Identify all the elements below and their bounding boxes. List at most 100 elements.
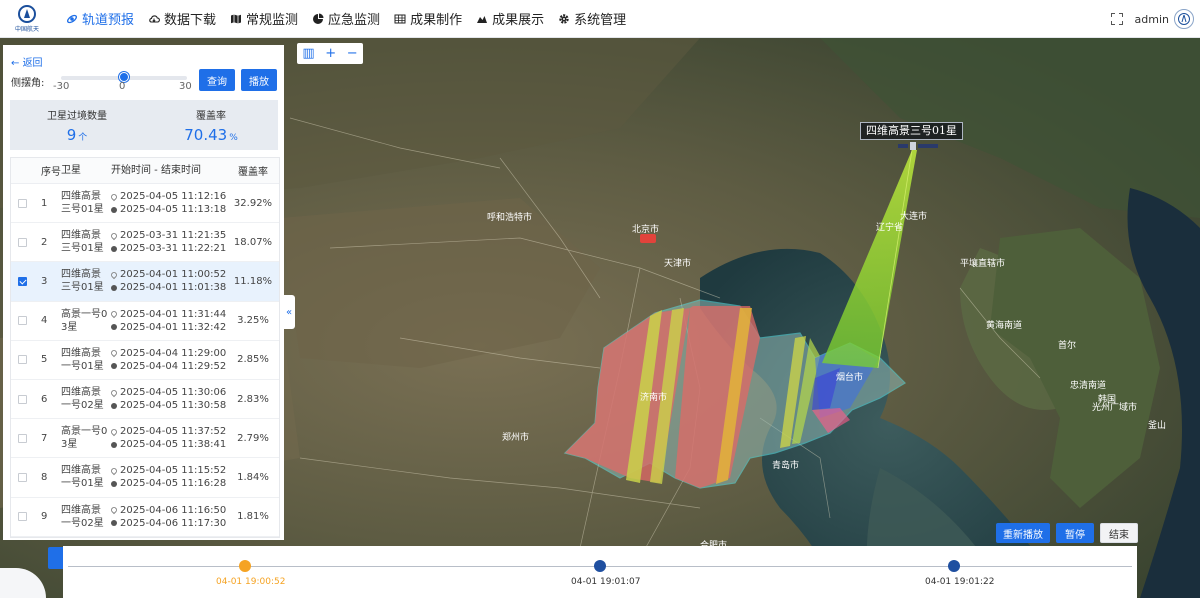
- row-coverage: 2.79%: [237, 432, 269, 444]
- nav-item-data-download[interactable]: 数据下载: [148, 9, 216, 28]
- nav-item-product-display[interactable]: 成果展示: [476, 9, 544, 28]
- city-label: 平壤直辖市: [960, 259, 1006, 269]
- stop-button[interactable]: 结束: [1100, 523, 1138, 543]
- row-number: 4: [41, 315, 48, 327]
- end-dot-icon: [111, 245, 117, 252]
- row-checkbox[interactable]: [17, 276, 27, 286]
- top-right-tools: admin: [1110, 0, 1194, 38]
- satellite-name-line1: 四维高景: [61, 387, 101, 399]
- row-satellite: 高景一号0 3星: [61, 425, 111, 451]
- nav-item-routine-monitoring[interactable]: 常规监测: [230, 9, 298, 28]
- start-time: 2025-03-31 11:21:35: [120, 230, 227, 242]
- row-checkbox[interactable]: [17, 472, 27, 482]
- slider-value-label: 0: [119, 81, 126, 92]
- city-label: 青岛市: [772, 461, 800, 471]
- end-dot-icon: [111, 284, 117, 291]
- query-button[interactable]: 查询: [199, 69, 235, 91]
- nav-label: 系统管理: [574, 13, 627, 28]
- table-row[interactable]: 2 四维高景 三号01星 2025-03-31 11:21:35 2025-03-31 …: [11, 223, 279, 263]
- start-time: 2025-04-05 11:12:16: [120, 191, 227, 203]
- table-row[interactable]: 8 四维高景 一号01星 2025-04-05 11:15:52 2025-04-05 …: [11, 458, 279, 498]
- user-logo-icon: [1178, 13, 1190, 25]
- end-dot-icon: [111, 520, 117, 527]
- stat-label: 卫星过境数量: [47, 110, 107, 122]
- stat-label: 覆盖率: [196, 110, 226, 122]
- row-checkbox[interactable]: [17, 512, 27, 522]
- table-row[interactable]: 6 四维高景 一号02星 2025-04-05 11:30:06 2025-04-05 …: [11, 380, 279, 420]
- end-time: 2025-04-05 11:16:28: [120, 478, 227, 490]
- zoom-out-button[interactable]: −: [347, 47, 358, 60]
- city-label: 天津市: [664, 259, 692, 269]
- map-toolbar: ▥ + −: [297, 43, 363, 64]
- start-pin-icon: [109, 231, 119, 241]
- row-time-range: 2025-04-05 11:15:52 2025-04-05 11:16:28: [109, 464, 227, 490]
- table-row[interactable]: 9 四维高景 一号02星 2025-04-06 11:16:50 2025-04-06 …: [11, 498, 279, 537]
- row-checkbox[interactable]: [17, 394, 27, 404]
- user-name[interactable]: admin: [1135, 13, 1169, 26]
- start-pin-icon: [109, 388, 119, 397]
- mountain-chart-icon: [476, 13, 488, 25]
- end-time: 2025-04-06 11:17:30: [120, 517, 227, 529]
- nav-label: 成果展示: [492, 13, 545, 28]
- satellite-name-line2: 3星: [61, 439, 78, 451]
- row-checkbox-cell: [11, 316, 33, 326]
- city-label: 辽宁省: [876, 223, 904, 233]
- row-checkbox[interactable]: [17, 433, 27, 443]
- table-row[interactable]: 3 四维高景 三号01星 2025-04-01 11:00:52 2025-04-01 …: [11, 262, 279, 302]
- timeline-node[interactable]: [594, 560, 606, 572]
- zoom-in-button[interactable]: +: [325, 47, 336, 60]
- playback-timeline[interactable]: 04-01 19:00:52 04-01 19:01:07 04-01 19:0…: [63, 546, 1137, 598]
- end-time: 2025-04-01 11:01:38: [120, 282, 227, 294]
- timeline-node[interactable]: [948, 560, 960, 572]
- layers-button[interactable]: ▥: [302, 47, 314, 60]
- stat-value: 9个: [67, 126, 88, 144]
- nav-item-product-making[interactable]: 成果制作: [394, 9, 462, 28]
- pause-button[interactable]: 暂停: [1056, 523, 1094, 543]
- timeline-node-current[interactable]: [239, 560, 251, 572]
- satellite-name-line2: 三号01星: [61, 243, 104, 255]
- row-time-range: 2025-04-01 11:31:44 2025-04-01 11:32:42: [109, 308, 227, 334]
- table-row[interactable]: 5 四维高景 一号01星 2025-04-04 11:29:00 2025-04-04 …: [11, 341, 279, 380]
- row-checkbox[interactable]: [17, 237, 27, 247]
- cloud-download-icon: [148, 13, 160, 25]
- start-time: 2025-04-01 11:00:52: [120, 269, 227, 281]
- summary-stats: 卫星过境数量 9个 覆盖率 70.43%: [10, 100, 278, 150]
- nav-item-orbit-forecast[interactable]: 轨道预报: [66, 9, 134, 28]
- collapse-panel-button[interactable]: «: [283, 295, 295, 329]
- city-label: 韩国: [1098, 395, 1117, 405]
- fullscreen-icon[interactable]: [1110, 13, 1123, 25]
- coverage-stat: 覆盖率 70.43%: [144, 100, 278, 150]
- table-row[interactable]: 7 高景一号0 3星 2025-04-05 11:37:52 2025-04-05 11…: [11, 419, 279, 459]
- start-pin-icon: [109, 466, 119, 476]
- timeline-side-button[interactable]: [48, 547, 63, 569]
- satellite-name-line1: 四维高景: [61, 347, 101, 359]
- row-checkbox[interactable]: [17, 198, 27, 208]
- restart-button[interactable]: 重新播放: [996, 523, 1050, 543]
- row-time-range: 2025-04-06 11:16:50 2025-04-06 11:17:30: [109, 504, 227, 530]
- table-header: 序号 卫星 开始时间 - 结束时间 覆盖率: [11, 158, 279, 184]
- avatar[interactable]: [1174, 9, 1194, 29]
- row-coverage: 3.25%: [237, 315, 269, 327]
- row-checkbox-cell: [11, 276, 33, 286]
- end-dot-icon: [111, 363, 117, 370]
- app-logo[interactable]: 中国航天: [0, 0, 54, 38]
- back-link[interactable]: ← 返回: [11, 54, 43, 69]
- nav-item-emergency-monitoring[interactable]: 应急监测: [312, 9, 380, 28]
- start-time: 2025-04-01 11:31:44: [120, 308, 227, 320]
- row-number: 2: [41, 236, 48, 248]
- pass-count-stat: 卫星过境数量 9个: [10, 100, 144, 150]
- row-checkbox[interactable]: [17, 355, 27, 365]
- row-number: 8: [41, 471, 48, 483]
- row-number: 1: [41, 197, 48, 209]
- table-row[interactable]: 1 四维高景 三号01星 2025-04-05 11:12:16 2025-04-05 …: [11, 184, 279, 224]
- row-coverage: 1.81%: [237, 511, 269, 523]
- play-button[interactable]: 播放: [241, 69, 277, 91]
- table-icon: [394, 13, 406, 25]
- row-coverage: 2.83%: [237, 393, 269, 405]
- row-time-range: 2025-04-05 11:12:16 2025-04-05 11:13:18: [109, 190, 227, 216]
- table-row[interactable]: 4 高景一号0 3星 2025-04-01 11:31:44 2025-04-01 11…: [11, 302, 279, 341]
- end-time: 2025-04-05 11:13:18: [120, 204, 227, 216]
- nav-item-system-management[interactable]: 系统管理: [558, 9, 626, 28]
- row-checkbox[interactable]: [17, 316, 27, 326]
- satellite-name-line1: 高景一号0: [61, 426, 108, 438]
